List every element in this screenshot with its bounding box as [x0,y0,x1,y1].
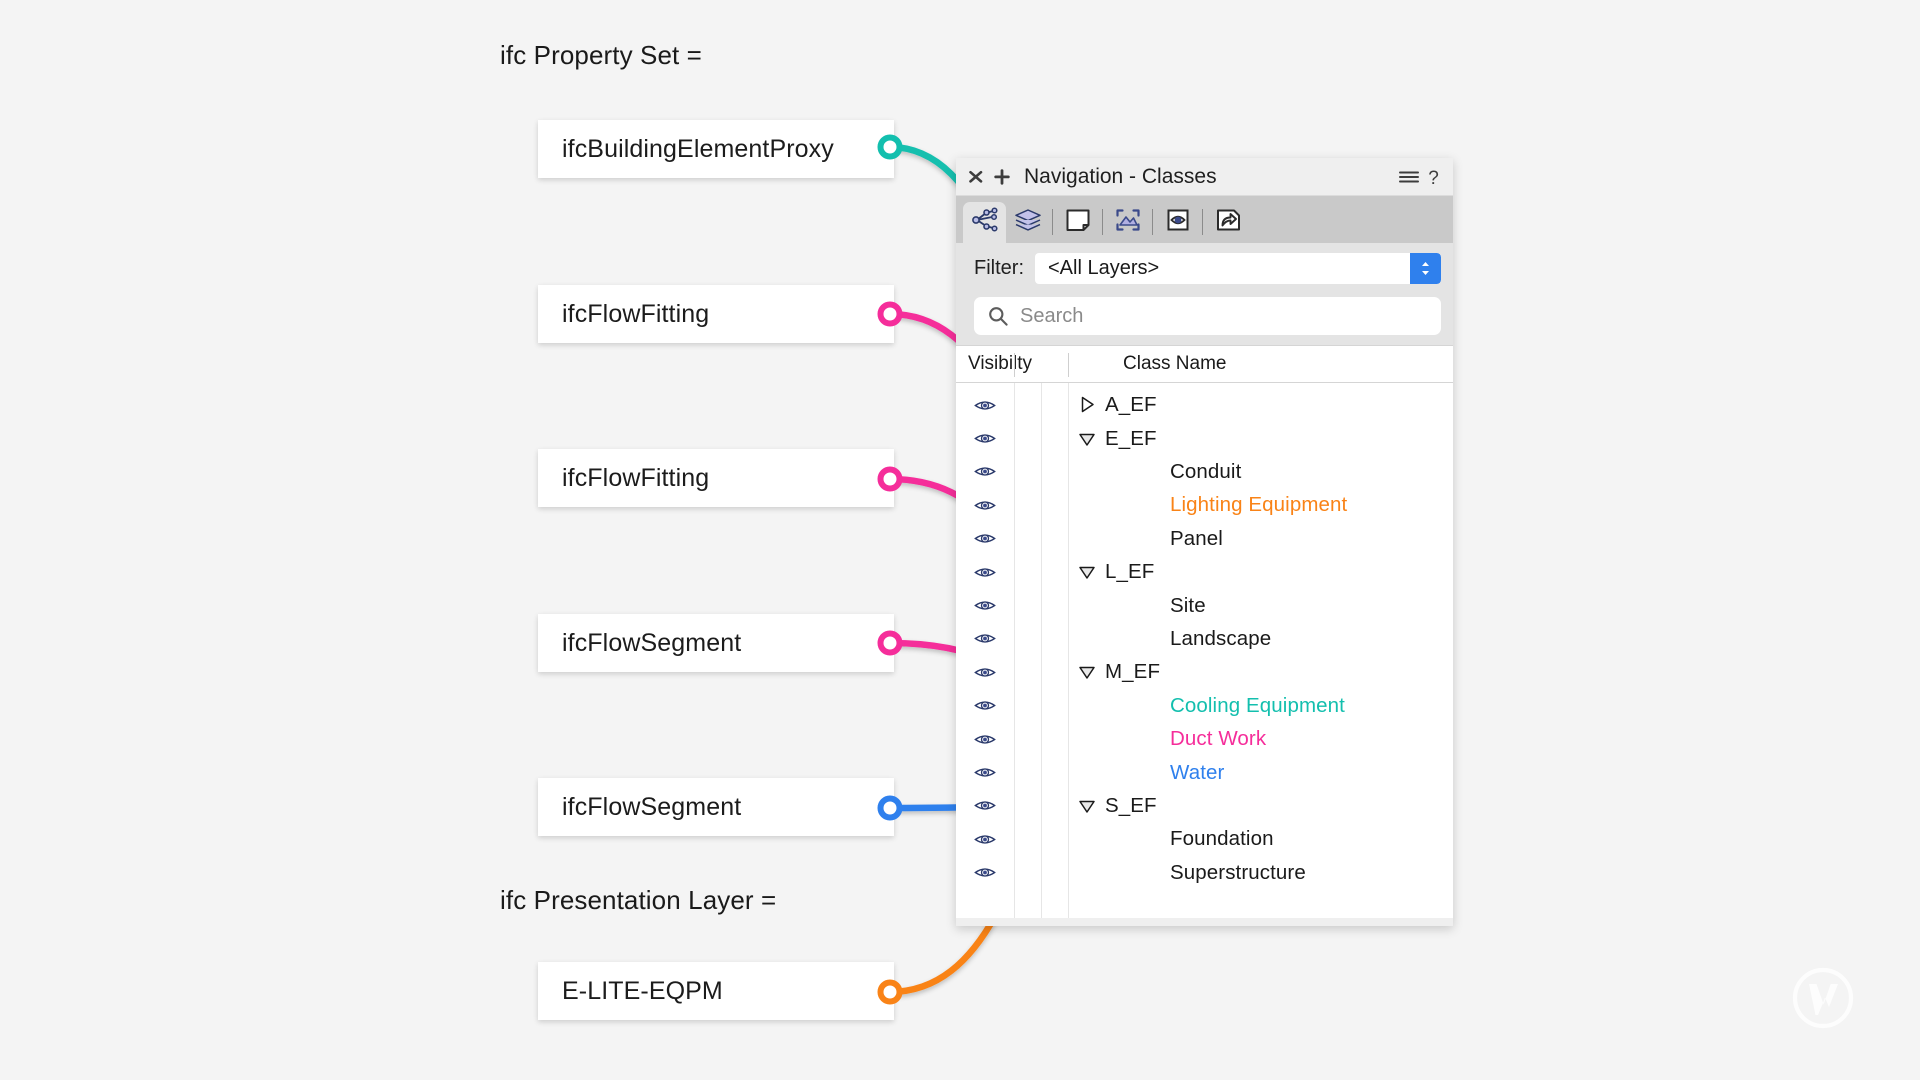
palette-title-bar: Navigation - Classes ? [956,158,1453,196]
class-list: A_EF E_EF Conduit Lighting Equipment Panel L_… [956,383,1453,918]
eye-icon[interactable] [956,765,1014,780]
class-row[interactable]: A_EF [956,389,1453,422]
palette-title: Navigation - Classes [1024,164,1217,188]
eye-icon[interactable] [956,798,1014,813]
filter-row: Filter: <All Layers> [956,243,1453,293]
eye-icon[interactable] [956,631,1014,646]
class-row[interactable]: Water [956,756,1453,789]
class-row[interactable]: Duct Work [956,723,1453,756]
class-row[interactable]: Conduit [956,455,1453,488]
class-row[interactable]: Site [956,589,1453,622]
table-header: Visibilty Class Name [956,345,1453,383]
class-name-label[interactable]: Foundation [1170,827,1274,851]
chevron-right-icon[interactable] [1076,394,1098,416]
class-row[interactable]: Lighting Equipment [956,489,1453,522]
class-name-label[interactable]: Site [1170,594,1206,618]
column-header-class-name[interactable]: Class Name [1123,353,1226,375]
class-name-label[interactable]: Water [1170,761,1224,785]
chevron-down-icon[interactable] [1076,795,1098,817]
close-icon[interactable] [967,168,985,186]
class-name-label[interactable]: M_EF [1105,660,1160,684]
eye-icon[interactable] [956,698,1014,713]
conn-water-endpoint-source[interactable] [877,795,903,821]
chevron-down-icon[interactable] [1076,661,1098,683]
layer-filter-value: <All Layers> [1048,256,1160,279]
eye-icon[interactable] [956,531,1014,546]
conn-duct-1-endpoint-source[interactable] [877,301,903,327]
class-name-label[interactable]: Duct Work [1170,727,1266,751]
eye-icon[interactable] [956,498,1014,513]
tab-sheets[interactable] [1056,202,1099,243]
class-row[interactable]: S_EF [956,789,1453,822]
class-row[interactable]: M_EF [956,656,1453,689]
filter-label: Filter: [974,256,1024,279]
class-row[interactable]: L_EF [956,556,1453,589]
eye-icon[interactable] [956,565,1014,580]
eye-icon[interactable] [956,865,1014,880]
class-name-label[interactable]: Panel [1170,527,1223,551]
eye-icon[interactable] [956,598,1014,613]
canvas: ifc Property Set = ifc Presentation Layer… [0,0,1920,1080]
classes-nodes-icon [970,207,1000,238]
menu-icon[interactable] [1398,168,1419,186]
navigation-palette: Navigation - Classes ? Filter: <All Laye… [956,158,1453,926]
svg-text:?: ? [1428,168,1439,188]
class-name-label[interactable]: Cooling Equipment [1170,694,1345,718]
class-name-label[interactable]: A_EF [1105,393,1157,417]
eye-icon[interactable] [956,832,1014,847]
tab-classes[interactable] [963,202,1006,243]
class-row[interactable]: Cooling Equipment [956,689,1453,722]
search-input[interactable]: Search [974,297,1441,335]
search-placeholder: Search [1020,304,1084,327]
class-name-label[interactable]: L_EF [1105,560,1154,584]
help-icon[interactable]: ? [1427,168,1440,188]
sheet-page-icon [1063,207,1093,238]
eye-icon[interactable] [956,431,1014,446]
layers-stack-icon [1013,207,1043,238]
class-row[interactable]: Panel [956,522,1453,555]
class-name-label[interactable]: Landscape [1170,627,1271,651]
chevron-down-icon[interactable] [1076,428,1098,450]
conn-duct-3-endpoint-source[interactable] [877,630,903,656]
eye-icon[interactable] [956,464,1014,479]
class-name-label[interactable]: E_EF [1105,427,1157,451]
conn-lighting-endpoint-source[interactable] [877,979,903,1005]
class-row[interactable]: Superstructure [956,856,1453,889]
class-name-label[interactable]: S_EF [1105,794,1157,818]
eye-document-icon [1163,207,1193,238]
eye-icon[interactable] [956,398,1014,413]
chevron-updown-icon[interactable] [1410,252,1441,284]
layer-filter-select[interactable]: <All Layers> [1035,252,1441,284]
header-divider [1068,353,1069,377]
class-row[interactable]: Foundation [956,823,1453,856]
class-row[interactable]: E_EF [956,422,1453,455]
add-icon[interactable] [993,168,1011,186]
tab-references[interactable] [1206,202,1249,243]
tab-viewports[interactable] [1106,202,1149,243]
chevron-down-icon[interactable] [1076,561,1098,583]
search-row: Search [956,293,1453,345]
class-name-label[interactable]: Conduit [1170,460,1241,484]
conn-cooling-endpoint-source[interactable] [877,134,903,160]
eye-icon[interactable] [956,732,1014,747]
palette-toolbar [956,196,1453,243]
header-divider [1014,353,1015,377]
conn-duct-2-endpoint-source[interactable] [877,466,903,492]
search-icon [987,305,1009,327]
vectorworks-logo [1792,967,1854,1029]
tab-visibility[interactable] [1156,202,1199,243]
reference-arrow-icon [1213,207,1243,238]
toolbar-separator [1052,209,1053,235]
tab-layers[interactable] [1006,202,1049,243]
column-header-visibility[interactable]: Visibilty [968,353,1032,375]
toolbar-separator [1152,209,1153,235]
class-row[interactable]: Landscape [956,622,1453,655]
viewport-icon [1113,207,1143,238]
eye-icon[interactable] [956,665,1014,680]
toolbar-separator [1102,209,1103,235]
class-name-label[interactable]: Superstructure [1170,861,1306,885]
toolbar-separator [1202,209,1203,235]
class-name-label[interactable]: Lighting Equipment [1170,493,1347,517]
